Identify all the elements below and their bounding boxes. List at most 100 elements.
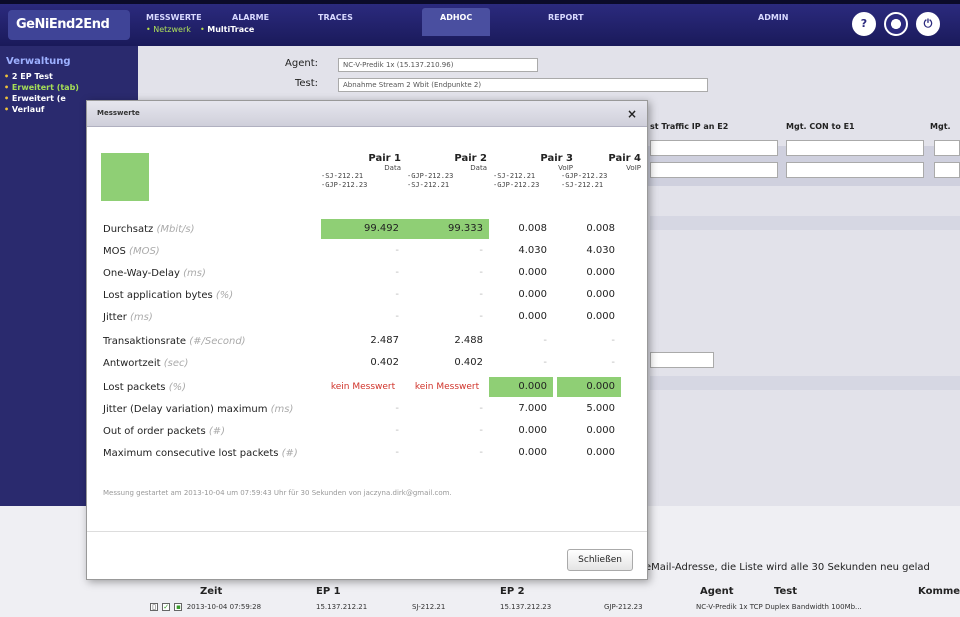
- test-select[interactable]: Abnahme Stream 2 Wbit (Endpunkte 2): [338, 78, 708, 92]
- bullet-icon: •: [4, 94, 10, 103]
- close-icon[interactable]: ×: [627, 107, 637, 121]
- pair-type: Data: [470, 164, 487, 172]
- config-input[interactable]: [650, 352, 714, 368]
- subnav-netzwerk[interactable]: • Netzwerk: [146, 25, 191, 34]
- config-input[interactable]: [786, 140, 924, 156]
- sidebar-title: Verwaltung: [6, 56, 71, 67]
- measurement-footnote: Messung gestartet am 2013-10-04 um 07:59…: [103, 489, 452, 497]
- nav-traces[interactable]: TRACES: [318, 13, 353, 22]
- metric-label: Jitter (Delay variation) maximum (ms): [103, 404, 294, 415]
- status-indicator: [101, 153, 149, 201]
- col-zeit[interactable]: Zeit: [200, 586, 222, 597]
- metric-value: 0.402: [370, 357, 399, 368]
- app-logo[interactable]: GeNiEnd2End: [8, 10, 130, 40]
- document-icon[interactable]: ▯: [150, 603, 158, 611]
- sidebar-item-2ep-test[interactable]: • 2 EP Test: [4, 72, 53, 81]
- metric-label: Maximum consecutive lost packets (#): [103, 448, 298, 459]
- sidebar-item-erweitert-tab[interactable]: • Erweitert (tab): [4, 83, 79, 92]
- nav-adhoc[interactable]: ADHOC: [422, 8, 491, 36]
- agent-label: Agent:: [285, 58, 318, 69]
- pair-name: Pair 2: [454, 153, 487, 164]
- metric-value: 5.000: [586, 403, 615, 414]
- logout-icon[interactable]: ⏻: [916, 12, 940, 36]
- metric-label: Lost packets (%): [103, 382, 187, 393]
- metric-value: -: [395, 425, 399, 436]
- checkbox-icon[interactable]: ▪: [174, 603, 183, 611]
- config-input[interactable]: [786, 162, 924, 178]
- metric-row-lost-application-bytes: Lost application bytes (%) - - 0.000 0.0…: [99, 285, 629, 307]
- dialog-header[interactable]: Messwerte ×: [87, 101, 647, 127]
- refresh-info-text: eMail-Adresse, die Liste wird alle 30 Se…: [645, 562, 930, 573]
- metric-value: -: [479, 311, 483, 322]
- metric-value: -: [479, 245, 483, 256]
- col-agent[interactable]: Agent: [700, 586, 734, 597]
- col-test[interactable]: Test: [774, 586, 797, 597]
- close-button[interactable]: Schließen: [567, 549, 633, 571]
- row-time: 2013-10-04 07:59:28: [186, 603, 262, 611]
- help-icon[interactable]: ?: [852, 12, 876, 36]
- column-header: Mgt.: [930, 122, 951, 131]
- metric-value: 0.000: [586, 289, 615, 300]
- metric-value: 0.000: [586, 267, 615, 278]
- table-row[interactable]: ▯ ✓ ▪ 2013-10-04 07:59:28: [150, 603, 261, 611]
- pair-endpoint-1: -SJ-212.21: [321, 172, 364, 180]
- metric-value: kein Messwert: [330, 382, 396, 392]
- metric-value: 0.008: [518, 223, 547, 234]
- pair-header-1: Pair 1 Data -SJ-212.21 -GJP-212.23: [317, 153, 401, 190]
- pair-name: Pair 1: [368, 153, 401, 164]
- config-input[interactable]: [650, 140, 778, 156]
- metric-value: 0.000: [518, 311, 547, 322]
- subnav-netzwerk-label: Netzwerk: [153, 25, 191, 34]
- nav-alarme[interactable]: ALARME: [232, 13, 269, 22]
- config-input[interactable]: [650, 162, 778, 178]
- col-ep2[interactable]: EP 2: [500, 586, 525, 597]
- col-ep1[interactable]: EP 1: [316, 586, 341, 597]
- subnav-multitrace[interactable]: • MultiTrace: [200, 25, 254, 34]
- col-kommentar[interactable]: Kommen: [918, 586, 960, 597]
- pair-endpoint-2: -SJ-212.21: [407, 181, 450, 189]
- pair-endpoint-1: -GJP-212.23: [561, 172, 608, 180]
- checkbox-checked-icon[interactable]: ✓: [162, 603, 171, 611]
- metric-row-jitter-max: Jitter (Delay variation) maximum (ms) - …: [99, 399, 629, 421]
- metric-value: 4.030: [586, 245, 615, 256]
- metric-value: -: [395, 447, 399, 458]
- row-ep2-ip: 15.137.212.23: [500, 603, 552, 611]
- bullet-icon: •: [4, 72, 10, 81]
- metric-value: 7.000: [518, 403, 547, 414]
- metric-row-one-way-delay: One-Way-Delay (ms) - - 0.000 0.000: [99, 263, 629, 285]
- metric-value: 0.000: [586, 447, 615, 458]
- nav-report[interactable]: REPORT: [548, 13, 584, 22]
- column-header: Mgt. CON to E1: [786, 122, 855, 131]
- nav-admin[interactable]: ADMIN: [758, 13, 788, 22]
- metric-label: Transaktionsrate (#/Second): [103, 336, 246, 347]
- sidebar-item-verlauf[interactable]: • Verlauf: [4, 105, 44, 114]
- metric-value: -: [479, 425, 483, 436]
- row-ep2-name: GJP-212.23: [604, 603, 643, 611]
- metric-value: -: [395, 245, 399, 256]
- metric-value: 2.488: [454, 335, 483, 346]
- metric-value: -: [479, 403, 483, 414]
- metric-value: -: [395, 267, 399, 278]
- pair-name: Pair 4: [608, 153, 641, 164]
- metric-value: -: [395, 403, 399, 414]
- metric-row-out-of-order: Out of order packets (#) - - 0.000 0.000: [99, 421, 629, 443]
- metric-value: 4.030: [518, 245, 547, 256]
- pair-header-2: Pair 2 Data -GJP-212.23 -SJ-212.21: [403, 153, 487, 190]
- metric-value: kein Messwert: [414, 382, 480, 392]
- nav-messwerte[interactable]: MESSWERTE: [146, 13, 202, 22]
- config-input[interactable]: [934, 140, 960, 156]
- metric-value: 0.000: [586, 311, 615, 322]
- pair-type: Data: [384, 164, 401, 172]
- metric-value: 99.333: [405, 219, 489, 239]
- agent-select[interactable]: NC-V-Predik 1x (15.137.210.96): [338, 58, 538, 72]
- sidebar-item-erweitert-e[interactable]: • Erweitert (e: [4, 94, 66, 103]
- metric-row-durchsatz: Durchsatz (Mbit/s) 99.492 99.333 0.008 0…: [99, 219, 629, 241]
- metric-row-transaktionsrate: Transaktionsrate (#/Second) 2.487 2.488 …: [99, 331, 629, 353]
- test-label: Test:: [294, 78, 318, 89]
- user-icon[interactable]: [884, 12, 908, 36]
- metric-value: -: [543, 335, 547, 346]
- config-input[interactable]: [934, 162, 960, 178]
- sidebar-item-label: Erweitert (tab): [11, 83, 79, 92]
- metric-value: 0.000: [489, 377, 553, 397]
- metric-label: Lost application bytes (%): [103, 290, 234, 301]
